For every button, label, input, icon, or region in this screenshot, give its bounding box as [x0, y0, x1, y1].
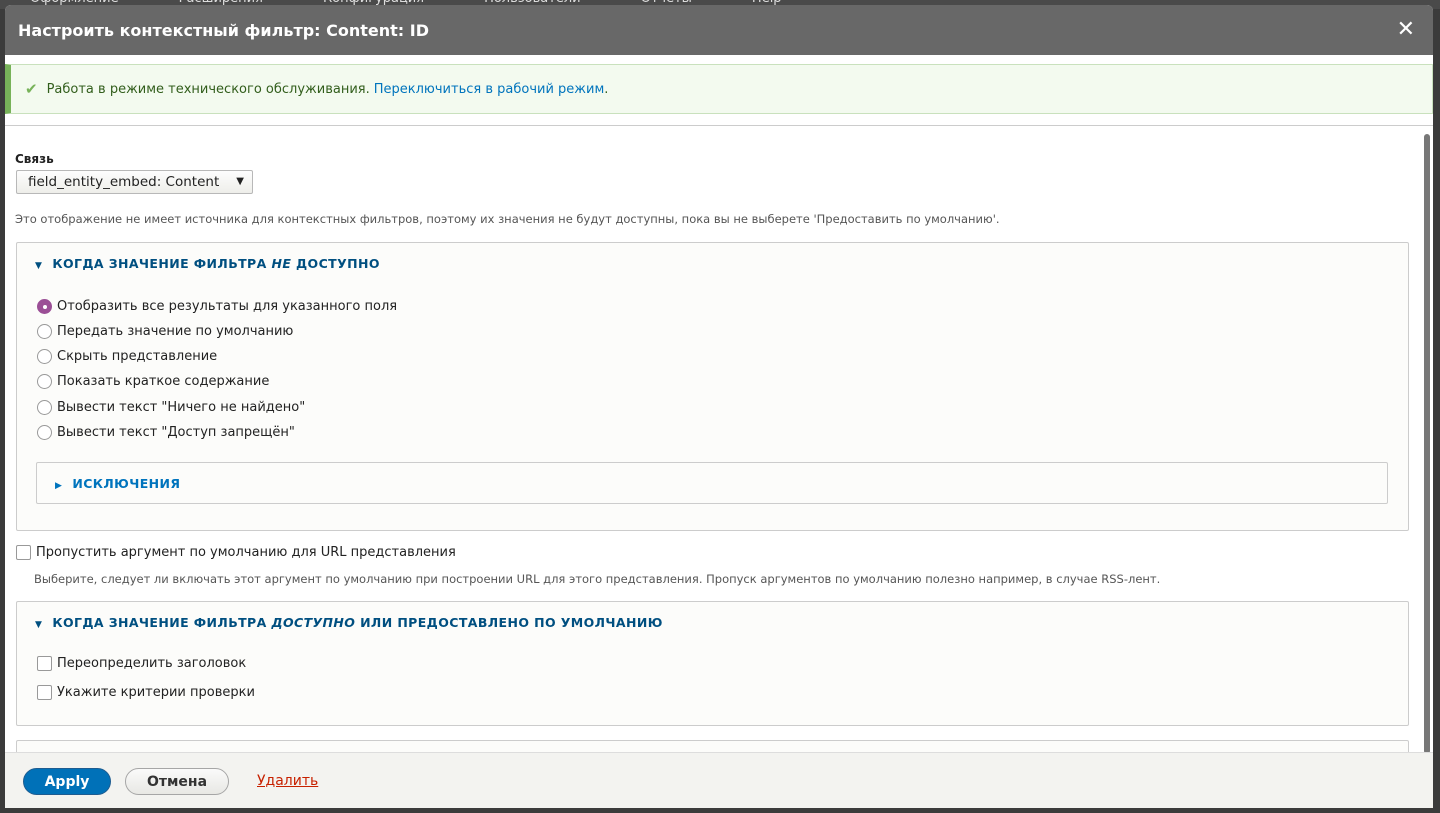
radio-option[interactable]: Передать значение по умолчанию [37, 324, 293, 339]
fieldset-exceptions: ▶ ИСКЛЮЧЕНИЯ [36, 462, 1388, 504]
status-message: ✔ Работа в режиме технического обслужива… [5, 64, 1433, 114]
skip-default-description: Выберите, следует ли включать этот аргум… [34, 572, 1161, 586]
legend-text: КОГДА ЗНАЧЕНИЕ ФИЛЬТРА [52, 615, 272, 630]
radio-option[interactable]: Показать краткое содержание [37, 374, 269, 389]
legend-emphasis: НЕ [271, 256, 292, 271]
checkbox[interactable] [37, 685, 52, 700]
radio-label: Отобразить все результаты для указанного… [57, 299, 398, 314]
triangle-down-icon: ▼ [35, 620, 43, 630]
relationship-value: field_entity_embed: Content [28, 174, 220, 190]
delete-link[interactable]: Удалить [257, 773, 318, 789]
dialog-footer: Apply Отмена Удалить [5, 752, 1433, 808]
radio-label: Вывести текст "Доступ запрещён" [57, 425, 295, 440]
legend-text: ИЛИ ПРЕДОСТАВЛЕНО ПО УМОЛЧАНИЮ [355, 615, 663, 630]
cancel-button[interactable]: Отмена [125, 768, 229, 795]
fieldset-legend[interactable]: ▼ КОГДА ЗНАЧЕНИЕ ФИЛЬТРА НЕ ДОСТУПНО [35, 256, 380, 271]
radio[interactable] [37, 425, 52, 440]
override-title-checkbox[interactable]: Переопределить заголовок [37, 656, 246, 671]
fieldset-not-available: ▼ КОГДА ЗНАЧЕНИЕ ФИЛЬТРА НЕ ДОСТУПНО Отоб… [16, 242, 1409, 531]
chevron-down-icon: ▼ [236, 176, 244, 187]
fieldset-legend[interactable]: ▼ КОГДА ЗНАЧЕНИЕ ФИЛЬТРА ДОСТУПНО ИЛИ ПРЕ… [35, 615, 663, 630]
radio-option[interactable]: Отобразить все результаты для указанного… [37, 299, 397, 314]
relationship-note: Это отображение не имеет источника для к… [15, 212, 1000, 226]
radio[interactable] [37, 349, 52, 364]
exceptions-toggle[interactable]: ▶ ИСКЛЮЧЕНИЯ [55, 476, 180, 491]
fieldset-available: ▼ КОГДА ЗНАЧЕНИЕ ФИЛЬТРА ДОСТУПНО ИЛИ ПРЕ… [16, 601, 1409, 726]
legend-text: ИСКЛЮЧЕНИЯ [72, 476, 181, 491]
dialog: Настроить контекстный фильтр: Content: I… [5, 5, 1433, 808]
radio[interactable] [37, 324, 52, 339]
checkbox[interactable] [37, 656, 52, 671]
relationship-select[interactable]: field_entity_embed: Content ▼ [16, 170, 253, 194]
radio-option[interactable]: Вывести текст "Ничего не найдено" [37, 400, 305, 415]
radio-option[interactable]: Скрыть представление [37, 349, 217, 364]
skip-default-checkbox[interactable]: Пропустить аргумент по умолчанию для URL… [16, 545, 456, 560]
checkbox[interactable] [16, 545, 31, 560]
triangle-down-icon: ▼ [35, 261, 43, 271]
dialog-title: Настроить контекстный фильтр: Content: I… [18, 20, 429, 40]
radio-label: Передать значение по умолчанию [57, 324, 294, 339]
radio-checked[interactable] [37, 299, 52, 314]
validation-criteria-checkbox[interactable]: Укажите критерии проверки [37, 685, 255, 700]
radio-label: Вывести текст "Ничего не найдено" [57, 400, 306, 415]
apply-button[interactable]: Apply [23, 768, 111, 795]
triangle-right-icon: ▶ [55, 481, 63, 491]
radio-option[interactable]: Вывести текст "Доступ запрещён" [37, 425, 295, 440]
relationship-label: Связь [15, 152, 54, 166]
close-icon[interactable]: ✕ [1397, 17, 1415, 42]
checkmark-icon: ✔ [25, 80, 38, 98]
radio[interactable] [37, 400, 52, 415]
dialog-content: Связь field_entity_embed: Content ▼ Это … [5, 126, 1433, 780]
message-text: Работа в режиме технического обслуживани… [46, 81, 370, 97]
radio[interactable] [37, 374, 52, 389]
legend-emphasis: ДОСТУПНО [271, 615, 356, 630]
checkbox-label: Укажите критерии проверки [57, 685, 255, 700]
legend-text: ДОСТУПНО [291, 256, 380, 271]
checkbox-label: Пропустить аргумент по умолчанию для URL… [36, 545, 456, 560]
radio-label: Показать краткое содержание [57, 374, 270, 389]
legend-text: КОГДА ЗНАЧЕНИЕ ФИЛЬТРА [52, 256, 272, 271]
switch-to-online-link[interactable]: Переключиться в рабочий режим [374, 82, 605, 97]
scrollbar[interactable] [1424, 134, 1430, 754]
message-suffix: . [604, 81, 609, 97]
radio-label: Скрыть представление [57, 349, 218, 364]
checkbox-label: Переопределить заголовок [57, 656, 247, 671]
dialog-titlebar: Настроить контекстный фильтр: Content: I… [5, 5, 1433, 55]
